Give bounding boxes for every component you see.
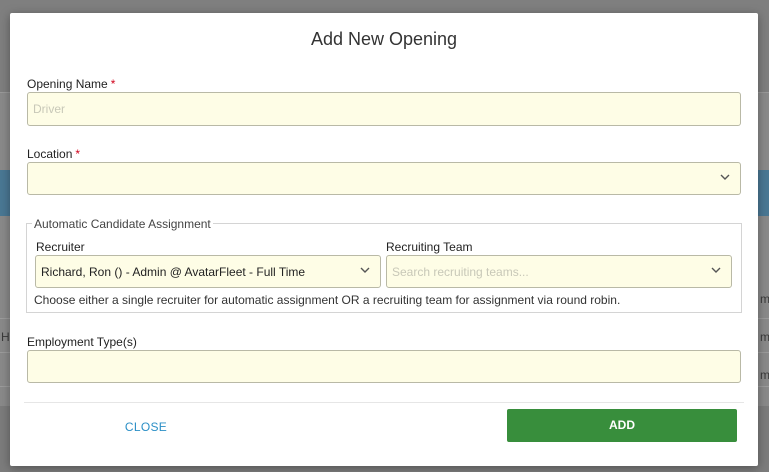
recruiter-label: Recruiter <box>36 240 85 254</box>
background-text: m <box>760 368 769 382</box>
recruiter-select[interactable]: Richard, Ron () - Admin @ AvatarFleet - … <box>35 255 381 288</box>
dialog-footer-divider <box>24 402 744 403</box>
employment-types-input[interactable] <box>27 350 741 383</box>
location-label-text: Location <box>27 147 73 161</box>
recruiting-team-select[interactable]: Search recruiting teams... <box>386 255 732 288</box>
location-label: Location * <box>27 147 80 161</box>
chevron-down-icon[interactable] <box>360 265 370 275</box>
dialog-title: Add New Opening <box>310 29 458 49</box>
close-button[interactable]: CLOSE <box>106 414 186 440</box>
recruiting-team-label: Recruiting Team <box>386 240 473 254</box>
opening-name-input[interactable]: Driver <box>27 92 741 126</box>
background-text: H <box>1 330 10 344</box>
recruiter-value: Richard, Ron () - Admin @ AvatarFleet - … <box>41 264 306 279</box>
required-mark: * <box>75 147 81 161</box>
chevron-down-icon[interactable] <box>720 172 730 182</box>
required-mark: * <box>110 77 116 91</box>
assignment-hint: Choose either a single recruiter for aut… <box>34 293 621 307</box>
background-text: m <box>760 292 769 306</box>
employment-types-label: Employment Type(s) <box>27 335 137 349</box>
add-opening-dialog: Add New Opening Opening Name * Driver Loc… <box>10 13 758 466</box>
add-button[interactable]: ADD <box>507 409 737 442</box>
opening-name-label: Opening Name * <box>27 77 115 91</box>
chevron-down-icon[interactable] <box>711 265 721 275</box>
opening-name-label-text: Opening Name <box>27 77 108 91</box>
location-select[interactable] <box>27 162 741 195</box>
background-text: m <box>760 330 769 344</box>
opening-name-placeholder: Driver <box>33 102 65 116</box>
recruiting-team-placeholder: Search recruiting teams... <box>392 264 529 279</box>
assignment-legend: Automatic Candidate Assignment <box>32 217 213 231</box>
